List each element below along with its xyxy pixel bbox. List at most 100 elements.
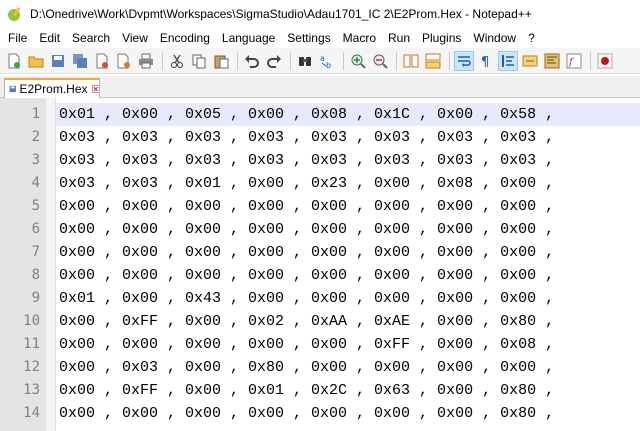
- print-icon: [139, 53, 153, 68]
- close-all-icon: [117, 53, 130, 68]
- menu-run[interactable]: Run: [382, 28, 416, 48]
- svg-text:¶: ¶: [481, 55, 489, 69]
- toolbar-separator: [590, 51, 591, 70]
- window-title: D:\Onedrive\Work\Dvpmt\Workspaces\SigmaS…: [30, 7, 532, 21]
- new-file-icon: [8, 53, 20, 68]
- menu-plugins[interactable]: Plugins: [416, 28, 467, 48]
- record-macro-button[interactable]: [595, 51, 615, 71]
- line-number: 1: [31, 106, 40, 122]
- svg-text:a: a: [320, 54, 325, 63]
- redo-button[interactable]: [264, 51, 284, 71]
- user-define-icon: [522, 55, 538, 66]
- menu-encoding[interactable]: Encoding: [154, 28, 216, 48]
- pilcrow-icon: ¶: [481, 55, 489, 69]
- close-button[interactable]: [92, 51, 112, 71]
- code-line[interactable]: 0x00 , 0xFF , 0x00 , 0x02 , 0xAA , 0xAE …: [59, 310, 639, 333]
- toolbar-separator: [290, 51, 291, 70]
- code-line[interactable]: 0x03 , 0x03 , 0x03 , 0x03 , 0x03 , 0x03 …: [59, 149, 639, 172]
- save-icon: [52, 54, 64, 67]
- function-list-button[interactable]: f: [564, 51, 584, 71]
- sync-horizontal-icon: [425, 53, 441, 68]
- cut-button[interactable]: [167, 51, 187, 71]
- tab-e2prom-hex[interactable]: E2Prom.Hex: [4, 78, 100, 98]
- line-number: 14: [23, 405, 40, 421]
- doc-map-icon: [544, 53, 560, 68]
- zoom-in-icon: [351, 54, 366, 69]
- code-line[interactable]: 0x00 , 0x03 , 0x00 , 0x80 , 0x00 , 0x00 …: [59, 356, 639, 379]
- editor-area[interactable]: 1 2 3 4 5 6 7 8 9 10 11 12 13 14 0x01 , …: [0, 98, 640, 431]
- indent-guide-icon: [502, 54, 514, 67]
- close-all-button[interactable]: [114, 51, 134, 71]
- code-line[interactable]: 0x00 , 0xFF , 0x00 , 0x01 , 0x2C , 0x63 …: [59, 379, 639, 402]
- menu-macro[interactable]: Macro: [337, 28, 382, 48]
- toolbar-separator: [449, 51, 450, 70]
- fold-margin[interactable]: [46, 98, 56, 431]
- line-number: 3: [31, 152, 40, 168]
- print-button[interactable]: [136, 51, 156, 71]
- undo-button[interactable]: [242, 51, 262, 71]
- sync-horizontal-button[interactable]: [423, 51, 443, 71]
- save-all-button[interactable]: [70, 51, 90, 71]
- toolbar-separator: [343, 51, 344, 70]
- close-tab-icon[interactable]: [91, 83, 99, 95]
- title-bar: D:\Onedrive\Work\Dvpmt\Workspaces\SigmaS…: [0, 0, 640, 28]
- toolbar: ab ¶ f: [0, 48, 640, 74]
- sync-vertical-button[interactable]: [401, 51, 421, 71]
- indent-guide-button[interactable]: [498, 50, 518, 71]
- function-list-icon: f: [566, 53, 582, 68]
- line-number: 2: [31, 129, 40, 145]
- code-line[interactable]: 0x03 , 0x03 , 0x03 , 0x03 , 0x03 , 0x03 …: [59, 126, 639, 149]
- menu-edit[interactable]: Edit: [33, 28, 66, 48]
- code-line[interactable]: 0x00 , 0x00 , 0x00 , 0x00 , 0x00 , 0xFF …: [59, 333, 639, 356]
- sync-vertical-icon: [403, 54, 419, 67]
- menu-search[interactable]: Search: [66, 28, 116, 48]
- line-number: 11: [23, 336, 40, 352]
- code-line[interactable]: 0x00 , 0x00 , 0x00 , 0x00 , 0x00 , 0x00 …: [59, 402, 639, 425]
- menu-help[interactable]: ?: [522, 28, 541, 48]
- zoom-out-button[interactable]: [370, 51, 390, 71]
- code-line[interactable]: 0x00 , 0x00 , 0x00 , 0x00 , 0x00 , 0x00 …: [59, 264, 639, 287]
- svg-text:b: b: [326, 61, 331, 69]
- line-number: 12: [23, 359, 40, 375]
- menu-file[interactable]: File: [2, 28, 33, 48]
- tab-bar: E2Prom.Hex: [0, 76, 640, 98]
- word-wrap-button[interactable]: [454, 50, 474, 71]
- paste-button[interactable]: [211, 51, 231, 71]
- code-line[interactable]: 0x00 , 0x00 , 0x00 , 0x00 , 0x00 , 0x00 …: [59, 218, 639, 241]
- zoom-in-button[interactable]: [348, 51, 368, 71]
- save-button[interactable]: [48, 51, 68, 71]
- code-line[interactable]: 0x00 , 0x00 , 0x00 , 0x00 , 0x00 , 0x00 …: [59, 241, 639, 264]
- line-number: 7: [31, 244, 40, 260]
- menu-language[interactable]: Language: [216, 28, 281, 48]
- scissors-icon: [171, 54, 183, 68]
- find-button[interactable]: [295, 51, 315, 71]
- notepadpp-app-icon: [8, 7, 21, 21]
- menu-bar: File Edit Search View Encoding Language …: [0, 28, 640, 48]
- line-number: 9: [31, 290, 40, 306]
- replace-icon: ab: [320, 54, 331, 69]
- show-all-chars-button[interactable]: ¶: [476, 51, 496, 71]
- copy-icon: [192, 54, 206, 68]
- replace-button[interactable]: ab: [317, 51, 337, 71]
- menu-window[interactable]: Window: [467, 28, 522, 48]
- line-number: 6: [31, 221, 40, 237]
- word-wrap-icon: [458, 55, 471, 67]
- doc-map-button[interactable]: [542, 51, 562, 71]
- menu-settings[interactable]: Settings: [281, 28, 336, 48]
- code-line[interactable]: 0x03 , 0x03 , 0x01 , 0x00 , 0x23 , 0x00 …: [59, 172, 639, 195]
- copy-button[interactable]: [189, 51, 209, 71]
- toolbar-separator: [396, 51, 397, 70]
- code-line[interactable]: 0x01 , 0x00 , 0x43 , 0x00 , 0x00 , 0x00 …: [59, 287, 639, 310]
- line-number: 8: [31, 267, 40, 283]
- code-line[interactable]: 0x01 , 0x00 , 0x05 , 0x00 , 0x08 , 0x1C …: [59, 103, 639, 126]
- user-define-button[interactable]: [520, 51, 540, 71]
- menu-view[interactable]: View: [116, 28, 154, 48]
- saved-file-icon: [9, 85, 16, 93]
- new-file-button[interactable]: [4, 51, 24, 71]
- toolbar-separator: [162, 51, 163, 70]
- record-icon: [597, 53, 613, 68]
- zoom-out-icon: [373, 54, 388, 69]
- save-all-icon: [73, 53, 87, 68]
- open-file-button[interactable]: [26, 51, 46, 71]
- code-line[interactable]: 0x00 , 0x00 , 0x00 , 0x00 , 0x00 , 0x00 …: [59, 195, 639, 218]
